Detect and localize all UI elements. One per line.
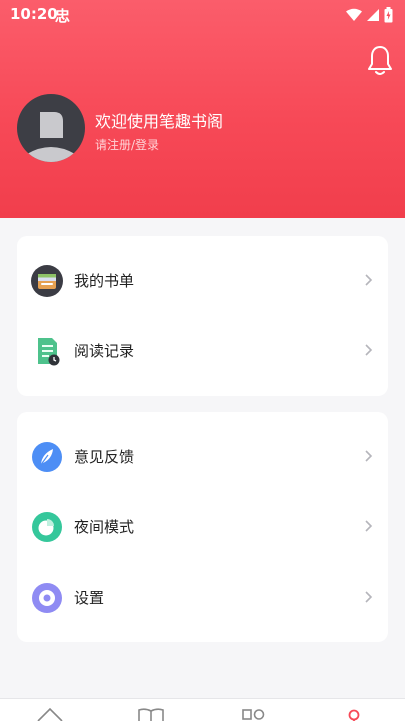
night-mode-icon <box>32 512 62 542</box>
profile-icon[interactable] <box>334 699 374 721</box>
settings-icon <box>32 583 62 613</box>
welcome-text: 欢迎使用笔趣书阁 <box>95 112 224 131</box>
menu-item-night-mode[interactable]: 夜间模式 <box>17 497 388 557</box>
menu-item-reading-record[interactable]: 阅读记录 <box>17 321 388 381</box>
menu-card-1: 我的书单 阅读记录 <box>17 236 388 396</box>
status-bar: 10:20 忠 <box>0 0 405 30</box>
menu-item-my-booklist[interactable]: 我的书单 <box>17 251 388 311</box>
menu-item-feedback[interactable]: 意见反馈 <box>17 427 388 487</box>
profile-header: 10:20 忠 欢迎使用笔趣书阁 请注册/登录 <box>0 0 405 218</box>
reading-record-icon <box>38 338 60 366</box>
avatar[interactable] <box>17 94 85 162</box>
signal-icon <box>367 9 379 21</box>
avatar-placeholder-icon <box>27 112 75 162</box>
bell-icon[interactable] <box>366 44 394 78</box>
chevron-right-icon <box>365 274 373 286</box>
menu-item-label: 设置 <box>74 589 105 607</box>
feedback-icon <box>32 442 62 472</box>
menu-item-label: 阅读记录 <box>74 342 135 360</box>
status-app-glyph: 忠 <box>55 7 71 25</box>
category-icon[interactable] <box>233 699 273 721</box>
bottom-nav <box>0 698 405 721</box>
chevron-right-icon <box>365 450 373 462</box>
battery-icon <box>384 7 393 23</box>
chevron-right-icon <box>365 344 373 356</box>
menu-item-label: 意见反馈 <box>74 448 135 466</box>
menu-item-settings[interactable]: 设置 <box>17 568 388 628</box>
chevron-right-icon <box>365 591 373 603</box>
menu-card-2: 意见反馈 夜间模式 设置 <box>17 412 388 642</box>
login-link[interactable]: 请注册/登录 <box>95 136 159 153</box>
wifi-icon <box>346 8 362 21</box>
chevron-right-icon <box>365 520 373 532</box>
menu-item-label: 我的书单 <box>74 272 135 290</box>
booklist-icon <box>31 265 63 297</box>
home-icon[interactable] <box>30 699 70 721</box>
menu-item-label: 夜间模式 <box>74 518 135 536</box>
status-time: 10:20 <box>10 5 58 23</box>
bookshelf-icon[interactable] <box>131 699 171 721</box>
